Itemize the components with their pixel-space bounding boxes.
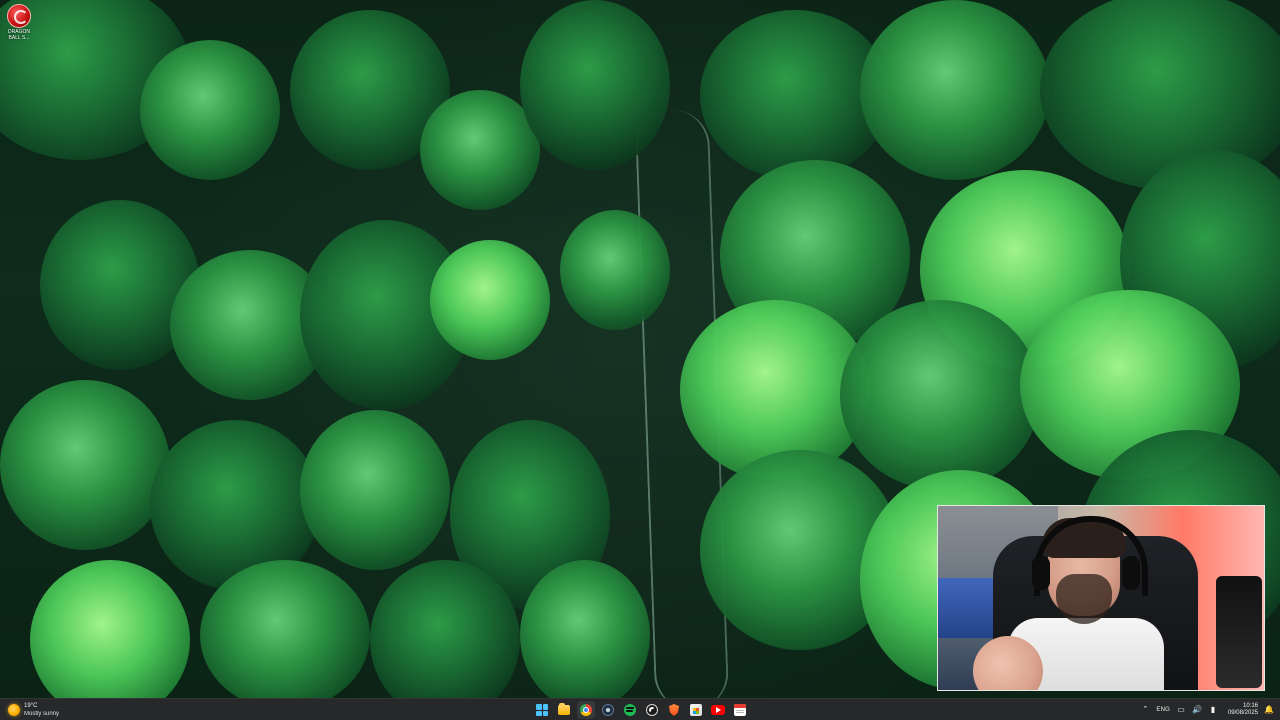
calendar-icon — [734, 704, 746, 716]
desktop-shortcut-dragon-ball[interactable]: DRAGON BALL S... — [2, 4, 36, 41]
taskbar-chrome[interactable] — [577, 701, 595, 719]
tree-canopy — [430, 240, 550, 360]
spotify-icon — [624, 704, 636, 716]
weather-description: Mostly sunny — [24, 711, 60, 717]
tree-canopy — [520, 0, 670, 170]
weather-widget[interactable]: 19°C Mostly sunny — [8, 701, 59, 719]
webcam-overlay — [937, 505, 1265, 691]
chrome-icon — [580, 704, 592, 716]
obs-icon — [646, 704, 658, 716]
taskbar-steam[interactable] — [599, 701, 617, 719]
tree-canopy — [520, 560, 650, 698]
youtube-icon — [711, 705, 725, 715]
start-button[interactable] — [533, 701, 551, 719]
tree-canopy — [200, 560, 370, 698]
taskbar-file-explorer[interactable] — [555, 701, 573, 719]
clock-date: 09/08/2025 — [1227, 710, 1258, 716]
taskbar-calendar[interactable] — [731, 701, 749, 719]
clock[interactable]: 10:16 09/08/2025 — [1224, 703, 1258, 717]
tree-canopy — [560, 210, 670, 330]
taskbar-store[interactable] — [687, 701, 705, 719]
volume-icon[interactable]: 🔊 — [1192, 705, 1202, 715]
taskbar-obs[interactable] — [643, 701, 661, 719]
weather-temperature: 19°C — [24, 703, 38, 709]
tree-canopy — [300, 410, 450, 570]
headset-ear-right — [1122, 556, 1140, 590]
taskbar-youtube[interactable] — [709, 701, 727, 719]
clock-time: 10:16 — [1242, 703, 1258, 709]
headset-ear-left — [1032, 556, 1050, 590]
dragon-ball-icon — [7, 4, 31, 28]
webcam-background-device — [1216, 576, 1262, 688]
brave-icon — [669, 704, 679, 716]
tree-canopy — [30, 560, 190, 698]
store-icon — [690, 704, 702, 716]
tree-canopy — [140, 40, 280, 180]
tree-canopy — [860, 0, 1050, 180]
chevron-up-icon[interactable]: ⌃ — [1140, 705, 1150, 715]
folder-icon — [558, 703, 570, 715]
notification-icon[interactable]: 🔔 — [1264, 705, 1274, 715]
battery-icon[interactable]: ▮ — [1208, 705, 1218, 715]
sun-icon — [8, 704, 20, 716]
weather-text: 19°C Mostly sunny — [24, 702, 59, 718]
language-indicator[interactable]: ENG — [1156, 707, 1170, 713]
tree-canopy — [840, 300, 1040, 490]
desktop-wallpaper: DRAGON BALL S... — [0, 0, 1280, 698]
taskbar: 19°C Mostly sunny ⌃ ENG ▭ 🔊 ▮ 10:16 09/0… — [0, 698, 1280, 720]
taskbar-brave[interactable] — [665, 701, 683, 719]
taskbar-pinned-apps — [533, 701, 749, 719]
system-tray: ⌃ ENG ▭ 🔊 ▮ 10:16 09/08/2025 🔔 — [1140, 701, 1274, 719]
desktop-shortcut-label-line2: BALL S... — [8, 35, 30, 41]
tree-canopy — [0, 380, 170, 550]
taskbar-spotify[interactable] — [621, 701, 639, 719]
network-icon[interactable]: ▭ — [1176, 705, 1186, 715]
windows-start-icon — [536, 704, 548, 716]
steam-icon — [602, 704, 614, 716]
